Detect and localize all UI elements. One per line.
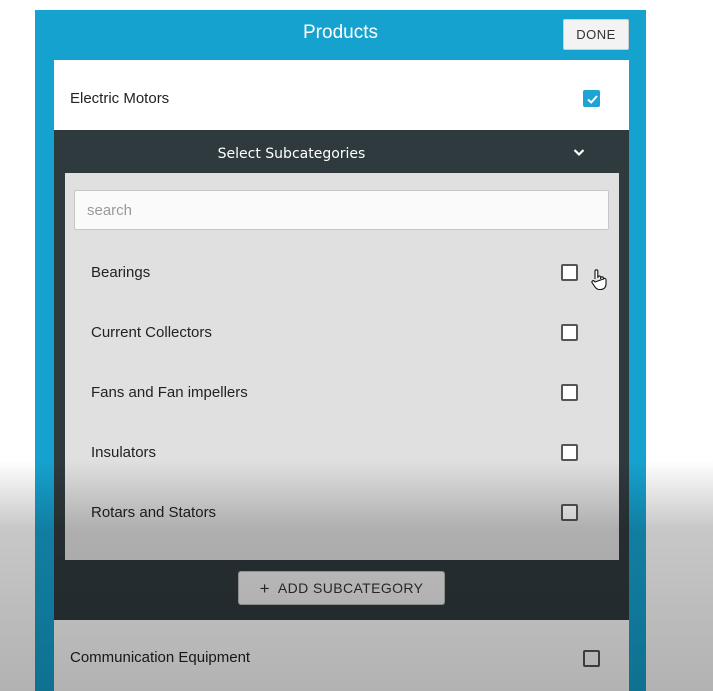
product-label: Communication Equipment	[70, 649, 251, 666]
subcategory-checkbox[interactable]	[561, 384, 578, 401]
plus-icon: +	[259, 578, 270, 598]
subcategory-label: Bearings	[91, 264, 151, 281]
subcategory-checkbox[interactable]	[561, 264, 578, 281]
dialog-title: Products	[303, 22, 378, 43]
subcategory-checkbox[interactable]	[561, 444, 578, 461]
product-checkbox[interactable]	[583, 90, 600, 107]
checkmark-icon	[587, 95, 598, 104]
product-checkbox[interactable]	[583, 650, 600, 667]
chevron-down-icon[interactable]	[573, 148, 585, 157]
add-subcategory-label: ADD SUBCATEGORY	[277, 580, 424, 596]
subcategory-item-current-collectors[interactable]: Current Collectors	[65, 303, 619, 363]
product-label: Electric Motors	[70, 90, 170, 107]
search-input[interactable]	[74, 190, 609, 230]
product-row-electric-motors[interactable]: Electric Motors	[54, 60, 629, 130]
hand-cursor-icon	[591, 269, 607, 291]
subcategory-item-rotars-stators[interactable]: Rotars and Stators	[65, 483, 619, 543]
subcategory-item-bearings[interactable]: Bearings	[65, 243, 619, 303]
subcategory-item-fans[interactable]: Fans and Fan impellers	[65, 363, 619, 423]
done-button[interactable]: DONE	[563, 19, 629, 50]
subcategory-checkbox[interactable]	[561, 504, 578, 521]
products-dialog: Products DONE Electric Motors Select Sub…	[35, 10, 646, 691]
product-row-communication-equipment[interactable]: Communication Equipment	[54, 620, 629, 691]
product-list: Electric Motors Select Subcategories Bea…	[54, 60, 629, 691]
subcategory-label: Rotars and Stators	[91, 504, 217, 521]
add-subcategory-button[interactable]: + ADD SUBCATEGORY	[238, 571, 445, 605]
subcategory-label: Fans and Fan impellers	[91, 384, 248, 401]
subcategory-item-insulators[interactable]: Insulators	[65, 423, 619, 483]
subcategory-label: Current Collectors	[91, 324, 212, 341]
subcategory-panel: Select Subcategories Bearings Current Co…	[54, 130, 629, 620]
subcategory-title: Select Subcategories	[217, 146, 366, 162]
subcategory-list: Bearings Current Collectors Fans and Fan…	[65, 173, 619, 560]
subcategory-label: Insulators	[91, 444, 157, 461]
subcategory-checkbox[interactable]	[561, 324, 578, 341]
